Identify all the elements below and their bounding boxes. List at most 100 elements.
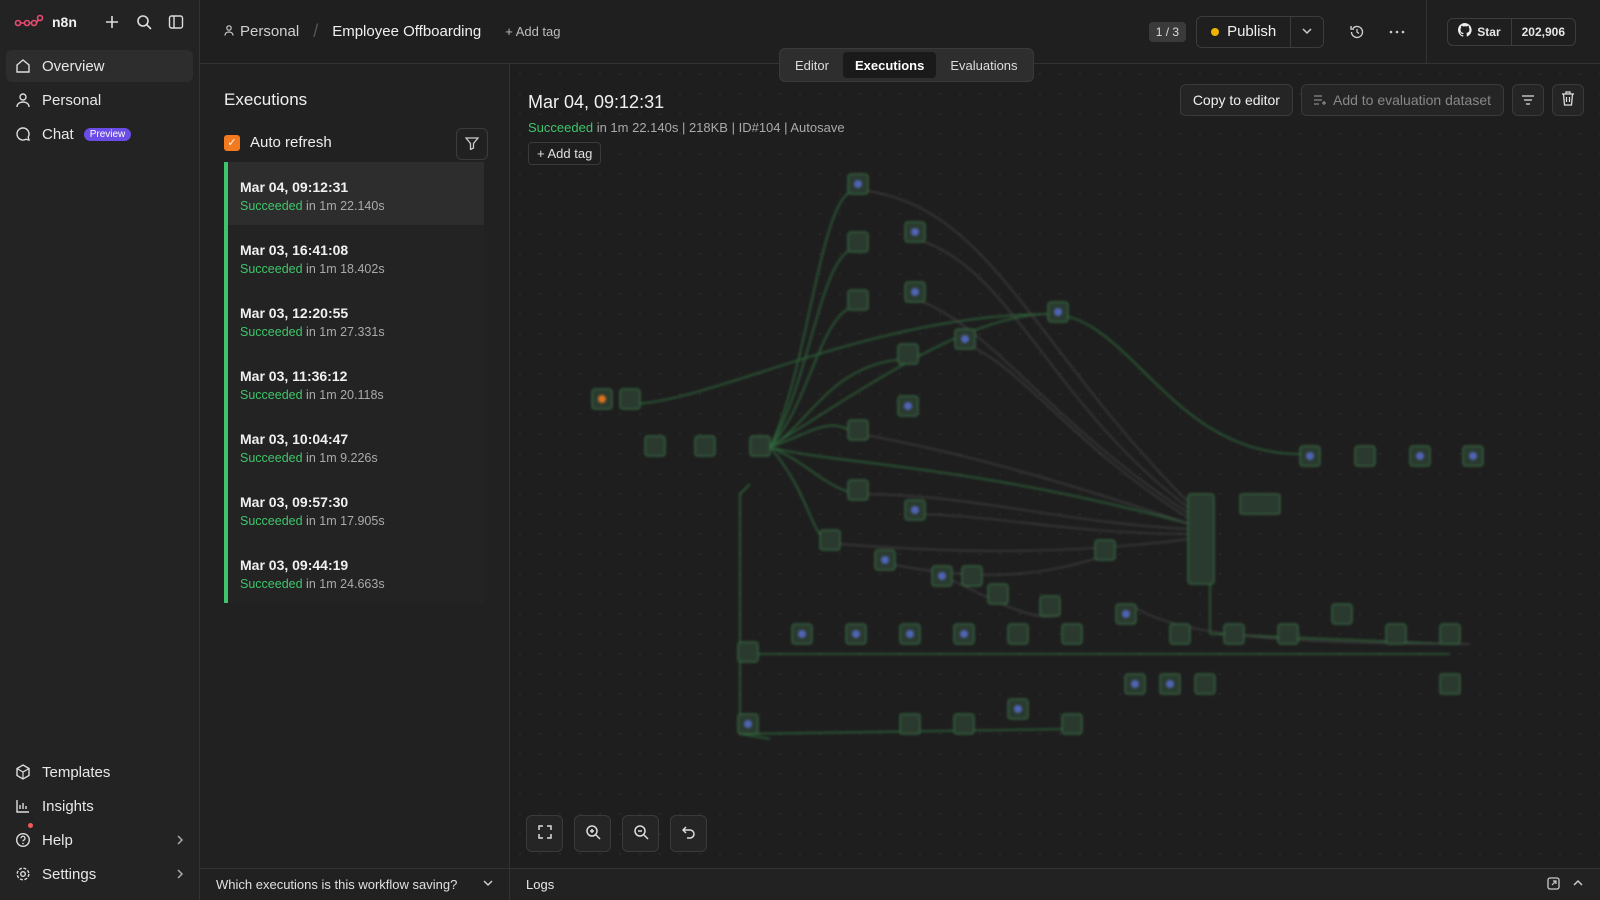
chevron-up-icon[interactable] [1572,877,1584,893]
filter-button[interactable] [456,128,488,160]
github-star-label: Star [1477,24,1501,39]
sidebar-item-label: Templates [42,763,111,781]
executions-saving-toggle[interactable]: Which executions is this workflow saving… [200,868,510,900]
tab-editor[interactable]: Editor [783,52,841,78]
status-duration: in 1m 9.226s [306,451,378,465]
fullscreen-icon [537,825,552,842]
sidebar-item-templates[interactable]: Templates [6,756,193,788]
sidebar-item-label: Personal [42,91,102,109]
history-icon[interactable] [1348,23,1366,41]
insights-icon [14,797,32,815]
status-label: Succeeded [240,451,303,465]
version-badge[interactable]: 1 / 3 [1148,21,1187,42]
status-duration: in 1m 20.118s [306,388,384,402]
publish-group: Publish [1196,15,1325,48]
execution-item[interactable]: Mar 03, 12:20:55 Succeeded in 1m 27.331s [224,288,484,351]
status-duration: in 1m 27.331s [306,325,385,339]
zoom-out-button[interactable] [622,815,659,852]
templates-icon [14,763,32,781]
execution-status: Succeeded [528,120,594,135]
status-duration: in 1m 18.402s [306,262,385,276]
execution-item[interactable]: Mar 04, 09:12:31 Succeeded in 1m 22.140s [224,162,484,225]
sidebar: n8n Overview Personal Chat Preview Templ… [0,0,200,900]
status-label: Succeeded [240,199,303,213]
delete-button[interactable] [1552,84,1584,116]
fit-view-button[interactable] [526,815,563,852]
zoom-in-icon [585,824,601,843]
copy-to-editor-button[interactable]: Copy to editor [1179,84,1293,116]
executions-title: Executions [224,90,308,109]
add-to-dataset-label: Add to evaluation dataset [1332,92,1491,108]
execution-item[interactable]: Mar 03, 09:44:19 Succeeded in 1m 24.663s [224,540,484,603]
add-tag-label: Add tag [547,146,593,161]
sidebar-item-personal[interactable]: Personal [6,84,193,116]
user-icon [224,23,234,40]
undo-icon [681,825,696,842]
github-star-count: 202,906 [1521,24,1565,39]
auto-refresh-toggle[interactable]: ✓ Auto refresh [224,134,332,151]
execution-status: Succeeded in 1m 27.331s [240,325,484,339]
sidebar-item-settings[interactable]: Settings [6,858,193,890]
github-star-button[interactable]: Star [1448,18,1512,45]
publish-label: Publish [1227,23,1277,40]
filter-list-button[interactable] [1512,84,1544,116]
github-star-group[interactable]: Star 202,906 [1447,17,1576,46]
preview-badge: Preview [83,127,132,141]
execution-title: Mar 04, 09:12:31 [528,92,665,112]
tab-evaluations[interactable]: Evaluations [938,52,1029,78]
execution-item[interactable]: Mar 03, 16:41:08 Succeeded in 1m 18.402s [224,225,484,288]
more-options-icon[interactable] [1388,23,1406,41]
tab-executions[interactable]: Executions [842,52,937,78]
reset-zoom-button[interactable] [670,815,707,852]
sidebar-item-overview[interactable]: Overview [6,50,193,82]
plus-icon[interactable] [103,13,121,31]
status-label: Succeeded [240,325,303,339]
sidebar-toggle-icon[interactable] [167,13,185,31]
search-icon[interactable] [135,13,153,31]
publish-button[interactable]: Publish [1197,16,1292,47]
logs-label: Logs [526,877,555,892]
execution-date: Mar 04, 09:12:31 [240,179,349,195]
auto-refresh-label: Auto refresh [250,134,332,151]
execution-status: Succeeded in 1m 20.118s [240,388,484,402]
breadcrumb-project[interactable]: Personal [224,23,299,40]
add-tag-link[interactable]: + Add tag [505,24,560,39]
sidebar-item-help[interactable]: Help [6,823,193,856]
logs-panel-bar[interactable]: Logs [510,868,1600,900]
github-icon [1458,23,1472,40]
add-tag-button[interactable]: + Add tag [528,142,602,165]
zoom-out-icon [633,824,649,843]
sidebar-item-insights[interactable]: Insights [6,790,193,822]
publish-dropdown-button[interactable] [1291,17,1323,47]
workflow-graph [591,173,1484,740]
pop-out-icon[interactable] [1547,876,1560,893]
plus-icon: + [537,146,548,161]
execution-date: Mar 03, 12:20:55 [240,305,349,321]
list-add-icon [1313,92,1326,108]
execution-item[interactable]: Mar 03, 09:57:30 Succeeded in 1m 17.905s [224,477,484,540]
execution-status: Succeeded in 1m 17.905s [240,514,484,528]
filter-list-icon [1522,92,1534,108]
workflow-canvas[interactable]: Mar 04, 09:12:31 Succeeded in 1m 22.140s… [510,64,1600,868]
home-icon [14,57,32,75]
executions-saving-label: Which executions is this workflow saving… [216,877,458,892]
execution-meta: Succeeded in 1m 22.140s | 218KB | ID#104… [528,120,845,135]
execution-item[interactable]: Mar 03, 10:04:47 Succeeded in 1m 9.226s [224,414,484,477]
checkbox-checked-icon[interactable]: ✓ [224,134,240,151]
execution-date: Mar 03, 09:44:19 [240,557,349,573]
status-label: Succeeded [240,388,303,402]
user-icon [14,91,32,109]
chevron-right-icon [175,866,185,883]
execution-item[interactable]: Mar 03, 11:36:12 Succeeded in 1m 20.118s [224,351,484,414]
execution-date: Mar 03, 11:36:12 [240,368,348,384]
project-name: Personal [240,23,300,40]
add-to-evaluation-dataset-button[interactable]: Add to evaluation dataset [1300,84,1504,116]
n8n-logo-icon[interactable] [14,14,44,31]
sidebar-item-chat[interactable]: Chat Preview [6,118,193,150]
view-tabs: Editor Executions Evaluations [779,48,1034,82]
workflow-name[interactable]: Employee Offboarding [332,23,481,40]
executions-list: Mar 04, 09:12:31 Succeeded in 1m 22.140s… [224,162,484,603]
zoom-controls [526,815,707,852]
sidebar-item-label: Chat [42,125,74,143]
zoom-in-button[interactable] [574,815,611,852]
